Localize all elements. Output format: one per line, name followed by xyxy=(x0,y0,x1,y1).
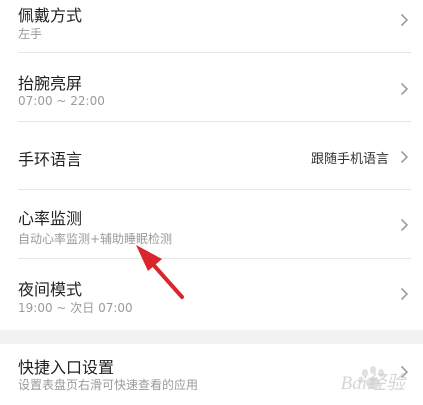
watermark-text: Bai经验 xyxy=(340,373,405,394)
red-arrow-icon xyxy=(136,245,184,299)
